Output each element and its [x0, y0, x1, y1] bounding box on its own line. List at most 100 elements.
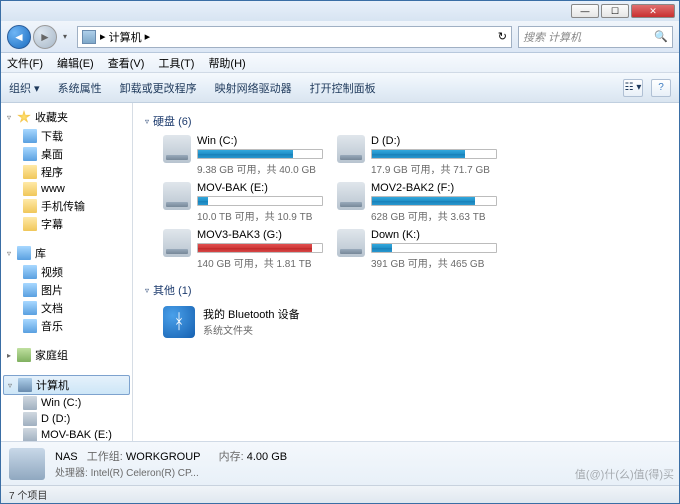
history-dropdown[interactable]: ▾: [59, 32, 71, 41]
drive-usage-text: 17.9 GB 可用，共 71.7 GB: [371, 161, 497, 176]
map-network-drive-button[interactable]: 映射网络驱动器: [215, 80, 292, 96]
drive-item[interactable]: MOV2-BAK2 (F:) 628 GB 可用，共 3.63 TB: [337, 182, 497, 223]
folder-icon: [23, 283, 37, 297]
computer-name: NAS: [55, 451, 78, 463]
drive-item[interactable]: D (D:) 17.9 GB 可用，共 71.7 GB: [337, 135, 497, 176]
drive-item[interactable]: MOV3-BAK3 (G:) 140 GB 可用，共 1.81 TB: [163, 229, 323, 270]
view-options-button[interactable]: ☷ ▾: [623, 79, 643, 97]
computer-header[interactable]: ▿计算机: [3, 375, 130, 395]
sidebar-item-www[interactable]: www: [1, 181, 132, 197]
folder-icon: [23, 265, 37, 279]
control-panel-button[interactable]: 打开控制面板: [310, 80, 376, 96]
favorites-header[interactable]: ▿收藏夹: [1, 107, 132, 127]
sidebar-item-music[interactable]: 音乐: [1, 317, 132, 335]
search-icon[interactable]: 🔍: [654, 30, 668, 43]
toolbar: 组织 ▾ 系统属性 卸载或更改程序 映射网络驱动器 打开控制面板 ☷ ▾ ?: [1, 73, 679, 103]
drive-name: Down (K:): [371, 229, 497, 241]
menu-view[interactable]: 查看(V): [108, 55, 145, 71]
sidebar-item-phone[interactable]: 手机传输: [1, 197, 132, 215]
cpu-label: 处理器:: [55, 468, 88, 479]
maximize-button[interactable]: ☐: [601, 4, 629, 18]
menu-file[interactable]: 文件(F): [7, 55, 43, 71]
section-other-header[interactable]: ▿其他 (1): [145, 278, 667, 302]
bluetooth-item[interactable]: ᚼ 我的 Bluetooth 设备 系统文件夹: [145, 302, 667, 342]
computer-icon: [18, 378, 32, 392]
drive-icon: [337, 229, 365, 257]
memory-label: 内存:: [219, 451, 244, 463]
breadcrumb-sep: ▸: [100, 30, 106, 43]
search-input[interactable]: 搜索 计算机 🔍: [518, 26, 673, 48]
drive-name: D (D:): [371, 135, 497, 147]
star-icon: [17, 110, 31, 124]
sidebar: ▿收藏夹 下载 桌面 程序 www 手机传输 字幕 ▿库 视频 图片 文档 音乐…: [1, 103, 133, 441]
drives-grid: Win (C:) 9.38 GB 可用，共 40.0 GB D (D:) 17.9 G…: [145, 133, 667, 278]
drive-icon: [163, 229, 191, 257]
titlebar: — ☐ ✕: [1, 1, 679, 21]
drive-icon: [163, 182, 191, 210]
breadcrumb-sep: ▸: [145, 30, 151, 43]
content-pane: ▿硬盘 (6) Win (C:) 9.38 GB 可用，共 40.0 GB D (D…: [133, 103, 679, 441]
folder-icon: [23, 301, 37, 315]
organize-button[interactable]: 组织 ▾: [9, 80, 40, 96]
drive-item[interactable]: Down (K:) 391 GB 可用，共 465 GB: [337, 229, 497, 270]
drive-icon: [163, 135, 191, 163]
computer-large-icon: [9, 448, 45, 480]
drive-item[interactable]: MOV-BAK (E:)10.0 TB 可用，共 10.9 TB: [163, 182, 323, 223]
sidebar-item-documents[interactable]: 文档: [1, 299, 132, 317]
drive-usage-bar: [371, 243, 497, 253]
drive-usage-bar: [371, 149, 497, 159]
sidebar-item-subtitle[interactable]: 字幕: [1, 215, 132, 233]
sidebar-item-pictures[interactable]: 图片: [1, 281, 132, 299]
folder-icon: [23, 217, 37, 231]
sidebar-item-drive-e[interactable]: MOV-BAK (E:): [1, 427, 132, 441]
libraries-header[interactable]: ▿库: [1, 243, 132, 263]
sidebar-item-videos[interactable]: 视频: [1, 263, 132, 281]
computer-icon: [82, 30, 96, 44]
breadcrumb-location[interactable]: 计算机: [109, 29, 142, 45]
drive-icon: [23, 412, 37, 426]
bluetooth-sub: 系统文件夹: [203, 322, 300, 337]
drive-icon: [23, 428, 37, 441]
folder-icon: [23, 182, 37, 196]
help-button[interactable]: ?: [651, 79, 671, 97]
menubar: 文件(F) 编辑(E) 查看(V) 工具(T) 帮助(H): [1, 53, 679, 73]
explorer-window: — ☐ ✕ ◄ ► ▾ ▸ 计算机 ▸ ↻ 搜索 计算机 🔍 文件(F) 编辑(…: [0, 0, 680, 504]
sidebar-item-downloads[interactable]: 下载: [1, 127, 132, 145]
drive-item[interactable]: Win (C:) 9.38 GB 可用，共 40.0 GB: [163, 135, 323, 176]
menu-help[interactable]: 帮助(H): [208, 55, 245, 71]
sidebar-item-desktop[interactable]: 桌面: [1, 145, 132, 163]
cpu-value: Intel(R) Celeron(R) CP...: [91, 468, 199, 479]
body: ▿收藏夹 下载 桌面 程序 www 手机传输 字幕 ▿库 视频 图片 文档 音乐…: [1, 103, 679, 441]
workgroup-value: WORKGROUP: [126, 451, 200, 463]
drive-name: MOV2-BAK2 (F:): [371, 182, 497, 194]
folder-icon: [23, 147, 37, 161]
homegroup-header[interactable]: ▸家庭组: [1, 345, 132, 365]
uninstall-programs-button[interactable]: 卸载或更改程序: [120, 80, 197, 96]
drive-usage-text: 10.0 TB 可用，共 10.9 TB: [197, 208, 323, 223]
refresh-button[interactable]: ↻: [498, 30, 507, 43]
folder-icon: [23, 165, 37, 179]
sidebar-item-drive-d[interactable]: D (D:): [1, 411, 132, 427]
bluetooth-title: 我的 Bluetooth 设备: [203, 306, 300, 322]
address-bar[interactable]: ▸ 计算机 ▸ ↻: [77, 26, 512, 48]
section-drives-header[interactable]: ▿硬盘 (6): [145, 109, 667, 133]
drive-usage-text: 628 GB 可用，共 3.63 TB: [371, 208, 497, 223]
forward-button[interactable]: ►: [33, 25, 57, 49]
drive-usage-text: 391 GB 可用，共 465 GB: [371, 255, 497, 270]
sidebar-item-programs[interactable]: 程序: [1, 163, 132, 181]
folder-icon: [23, 129, 37, 143]
minimize-button[interactable]: —: [571, 4, 599, 18]
drive-name: MOV3-BAK3 (G:): [197, 229, 323, 241]
back-button[interactable]: ◄: [7, 25, 31, 49]
search-placeholder: 搜索 计算机: [523, 29, 581, 45]
drive-usage-text: 140 GB 可用，共 1.81 TB: [197, 255, 323, 270]
close-button[interactable]: ✕: [631, 4, 675, 18]
drive-icon: [337, 135, 365, 163]
sidebar-item-drive-c[interactable]: Win (C:): [1, 395, 132, 411]
drive-icon: [23, 396, 37, 410]
menu-tools[interactable]: 工具(T): [158, 55, 194, 71]
menu-edit[interactable]: 编辑(E): [57, 55, 94, 71]
drive-usage-text: 9.38 GB 可用，共 40.0 GB: [197, 161, 323, 176]
system-properties-button[interactable]: 系统属性: [58, 80, 102, 96]
drive-name: Win (C:): [197, 135, 323, 147]
